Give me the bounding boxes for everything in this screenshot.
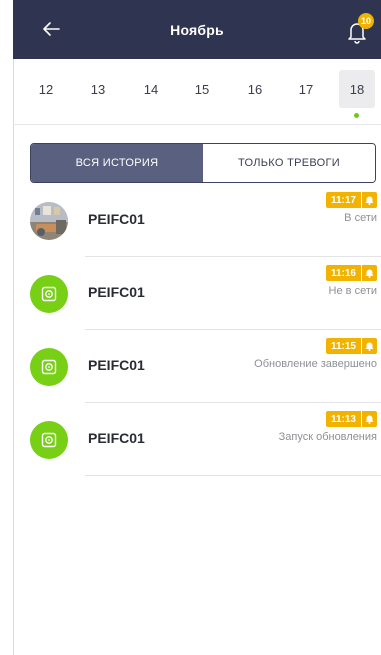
event-status: В сети (344, 212, 377, 224)
date-item[interactable]: 16 (237, 70, 273, 108)
event-time: 11:16 (325, 265, 361, 281)
event-time-badge: 11:13 (325, 411, 377, 427)
device-name: PEIFC01 (88, 430, 145, 446)
event-time: 11:17 (325, 192, 361, 208)
history-filter: ВСЯ ИСТОРИЯ ТОЛЬКО ТРЕВОГИ (30, 143, 376, 183)
device-glyph-icon (41, 432, 57, 448)
bell-small-icon (361, 411, 377, 427)
event-row[interactable]: PEIFC01 11:13 Запуск обновления (13, 403, 381, 476)
back-button[interactable] (39, 16, 65, 42)
date-item[interactable]: 12 (28, 70, 64, 108)
bell-small-icon (361, 338, 377, 354)
event-time-badge: 11:16 (325, 265, 377, 281)
event-time: 11:15 (325, 338, 361, 354)
camera-photo-avatar (30, 202, 68, 240)
alarms-only-tab[interactable]: ТОЛЬКО ТРЕВОГИ (203, 144, 375, 182)
device-icon (30, 348, 68, 386)
all-history-tab[interactable]: ВСЯ ИСТОРИЯ (31, 144, 203, 182)
device-glyph-icon (41, 359, 57, 375)
device-name: PEIFC01 (88, 211, 145, 227)
date-item[interactable]: 14 (133, 70, 169, 108)
device-icon (30, 421, 68, 459)
date-item-selected[interactable]: 18 (339, 70, 375, 108)
event-status: Обновление завершено (254, 358, 377, 370)
page-title: Ноябрь (170, 21, 224, 38)
notifications-button[interactable]: 10 (344, 13, 374, 44)
event-status: Запуск обновления (278, 431, 377, 443)
event-status: Не в сети (328, 285, 377, 297)
date-item[interactable]: 15 (184, 70, 220, 108)
device-icon (30, 275, 68, 313)
device-name: PEIFC01 (88, 357, 145, 373)
bell-small-icon (361, 192, 377, 208)
date-item[interactable]: 17 (288, 70, 324, 108)
event-row[interactable]: PEIFC01 11:15 Обновление завершено (13, 330, 381, 403)
app-header: Ноябрь 10 (13, 0, 381, 59)
event-time-badge: 11:15 (325, 338, 377, 354)
date-item[interactable]: 13 (80, 70, 116, 108)
device-glyph-icon (41, 286, 57, 302)
selected-date-indicator (354, 113, 359, 118)
notification-count-badge: 10 (358, 13, 374, 29)
device-name: PEIFC01 (88, 284, 145, 300)
date-strip: 12 13 14 15 16 17 18 (13, 59, 381, 125)
event-time-badge: 11:17 (325, 192, 377, 208)
event-row[interactable]: PEIFC01 11:17 В сети (13, 184, 381, 257)
row-divider (85, 475, 381, 476)
event-time: 11:13 (325, 411, 361, 427)
event-row[interactable]: PEIFC01 11:16 Не в сети (13, 257, 381, 330)
arrow-left-icon (43, 22, 60, 36)
bell-small-icon (361, 265, 377, 281)
